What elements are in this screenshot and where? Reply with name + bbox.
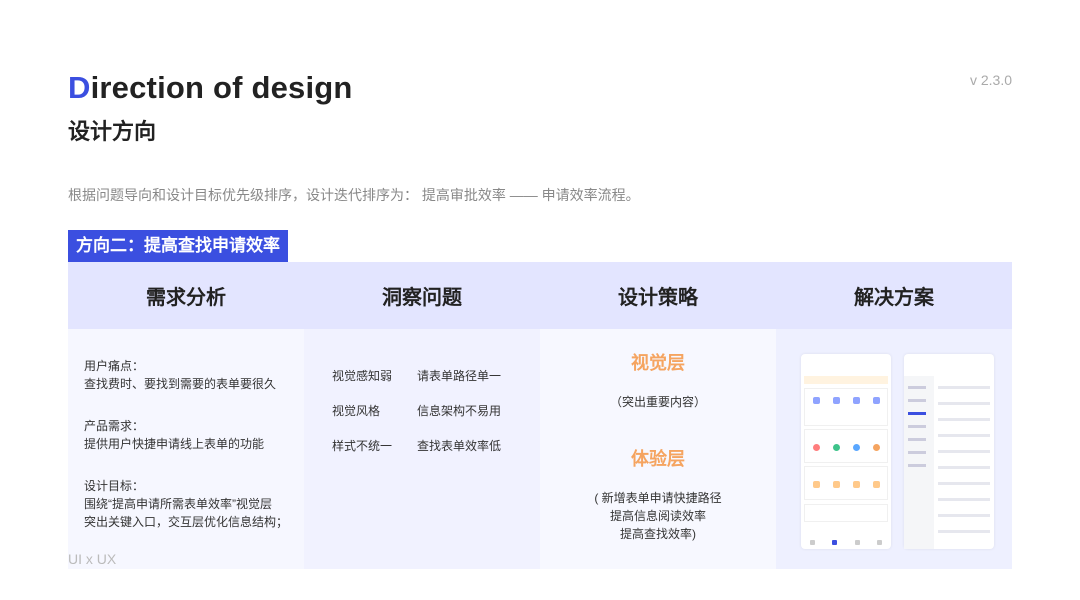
entry-icon xyxy=(813,397,820,404)
experience-layer-desc: 提高信息阅读效率 xyxy=(609,509,706,523)
footer-label: UI x UX xyxy=(68,551,117,567)
visual-layer-desc: （突出重要内容） xyxy=(609,395,706,409)
header-insights: 洞察问题 xyxy=(382,287,462,309)
form-row xyxy=(938,418,990,421)
shortcut-icon xyxy=(813,481,820,488)
insight-item: 信息架构不易用 xyxy=(417,404,502,418)
solution-column xyxy=(776,329,1012,569)
needs-item: 用户痛点： 查找费时、要找到需要的表单要很久 xyxy=(84,357,288,393)
needs-column: 用户痛点： 查找费时、要找到需要的表单要很久 产品需求： 提供用户快捷申请线上表… xyxy=(68,329,304,569)
entry-icon xyxy=(873,397,880,404)
needs-label: 用户痛点： xyxy=(84,359,145,373)
needs-text: 围绕“提高申请所需表单效率”视觉层 xyxy=(84,497,272,511)
experience-layer-title: 体验层 xyxy=(631,449,685,469)
entry-icon xyxy=(833,397,840,404)
needs-text: 查找费时、要找到需要的表单要很久 xyxy=(84,377,277,391)
needs-text-2: 突出关键入口，交互层优化信息结构； xyxy=(84,515,289,529)
needs-item: 设计目标： 围绕“提高申请所需表单效率”视觉层 突出关键入口，交互层优化信息结构… xyxy=(84,477,288,531)
category-item xyxy=(908,412,926,415)
form-row xyxy=(938,530,990,533)
insights-column: 视觉感知弱 请表单路径单一 视觉风格 信息架构不易用 样式不统一 查找表单效率低 xyxy=(304,329,540,569)
phone-mockup-home xyxy=(801,354,891,549)
needs-label: 产品需求： xyxy=(84,419,145,433)
category-item xyxy=(908,464,926,467)
category-item xyxy=(908,451,926,454)
form-row xyxy=(938,498,990,501)
needs-item: 产品需求： 提供用户快捷申请线上表单的功能 xyxy=(84,417,288,453)
design-direction-table: 需求分析 洞察问题 设计策略 解决方案 用户痛点： 查找费时、要找到需要的表单要… xyxy=(68,262,1012,569)
experience-layer-desc: 提高查找效率) xyxy=(620,527,696,541)
needs-list: 用户痛点： 查找费时、要找到需要的表单要很久 产品需求： 提供用户快捷申请线上表… xyxy=(84,357,288,555)
nav-icon xyxy=(854,539,860,545)
summary-text: 根据问题导向和设计目标优先级排序，设计迭代排序为： 提高审批效率 —— 申请效率… xyxy=(68,187,640,203)
form-row xyxy=(938,386,990,389)
strategy-column: 视觉层 （突出重要内容） 体验层 ( 新增表单申请快捷路径 提高信息阅读效率 提… xyxy=(540,329,776,569)
form-row xyxy=(938,482,990,485)
form-row xyxy=(938,514,990,517)
title-accent-letter: D xyxy=(68,70,91,105)
form-row xyxy=(938,450,990,453)
shortcut-card xyxy=(804,466,888,500)
shortcut-icon xyxy=(833,481,840,488)
todo-icon xyxy=(853,444,860,451)
header-strategy: 设计策略 xyxy=(618,287,698,309)
insight-item: 样式不统一 xyxy=(332,439,393,453)
needs-text: 提供用户快捷申请线上表单的功能 xyxy=(84,437,265,451)
form-row xyxy=(938,466,990,469)
todo-icon xyxy=(833,444,840,451)
shortcut-icon xyxy=(873,481,880,488)
category-item xyxy=(908,399,926,402)
category-sidebar xyxy=(904,376,934,549)
category-item xyxy=(908,438,926,441)
experience-layer-desc: ( 新增表单申请快捷路径 xyxy=(594,491,722,505)
phone-mockup-forms xyxy=(904,354,994,549)
category-item xyxy=(908,425,926,428)
insight-item: 视觉风格 xyxy=(332,404,381,418)
form-row xyxy=(938,402,990,405)
bottom-nav xyxy=(801,537,891,547)
todo-card xyxy=(804,429,888,463)
todo-icon xyxy=(873,444,880,451)
visual-layer-title: 视觉层 xyxy=(631,353,685,373)
title-rest: irection of design xyxy=(90,70,353,105)
notice-banner xyxy=(804,376,888,384)
shortcut-icon xyxy=(853,481,860,488)
strategy-list: 视觉层 （突出重要内容） 体验层 ( 新增表单申请快捷路径 提高信息阅读效率 提… xyxy=(540,349,776,543)
insight-item: 查找表单效率低 xyxy=(417,439,502,453)
message-card xyxy=(804,504,888,522)
page-title-cn: 设计方向 xyxy=(68,119,157,144)
nav-icon xyxy=(832,539,838,545)
page-title-en: Direction of design xyxy=(68,70,353,106)
quick-entry-card xyxy=(804,388,888,426)
header-solution: 解决方案 xyxy=(854,287,934,309)
section-tag: 方向二：提高查找申请效率 xyxy=(68,230,288,262)
insight-item: 请表单路径单一 xyxy=(417,369,502,383)
entry-icon xyxy=(853,397,860,404)
nav-icon xyxy=(809,539,815,545)
header-needs: 需求分析 xyxy=(146,287,226,309)
todo-icon xyxy=(813,444,820,451)
table-body-row: 用户痛点： 查找费时、要找到需要的表单要很久 产品需求： 提供用户快捷申请线上表… xyxy=(68,329,1012,569)
table-header-row: 需求分析 洞察问题 设计策略 解决方案 xyxy=(68,262,1012,329)
category-item xyxy=(908,386,926,389)
insights-grid: 视觉感知弱 请表单路径单一 视觉风格 信息架构不易用 样式不统一 查找表单效率低 xyxy=(332,367,501,454)
nav-icon xyxy=(877,539,883,545)
needs-label: 设计目标： xyxy=(84,479,145,493)
version-label: v 2.3.0 xyxy=(969,72,1012,88)
form-row xyxy=(938,434,990,437)
insight-item: 视觉感知弱 xyxy=(332,369,393,383)
